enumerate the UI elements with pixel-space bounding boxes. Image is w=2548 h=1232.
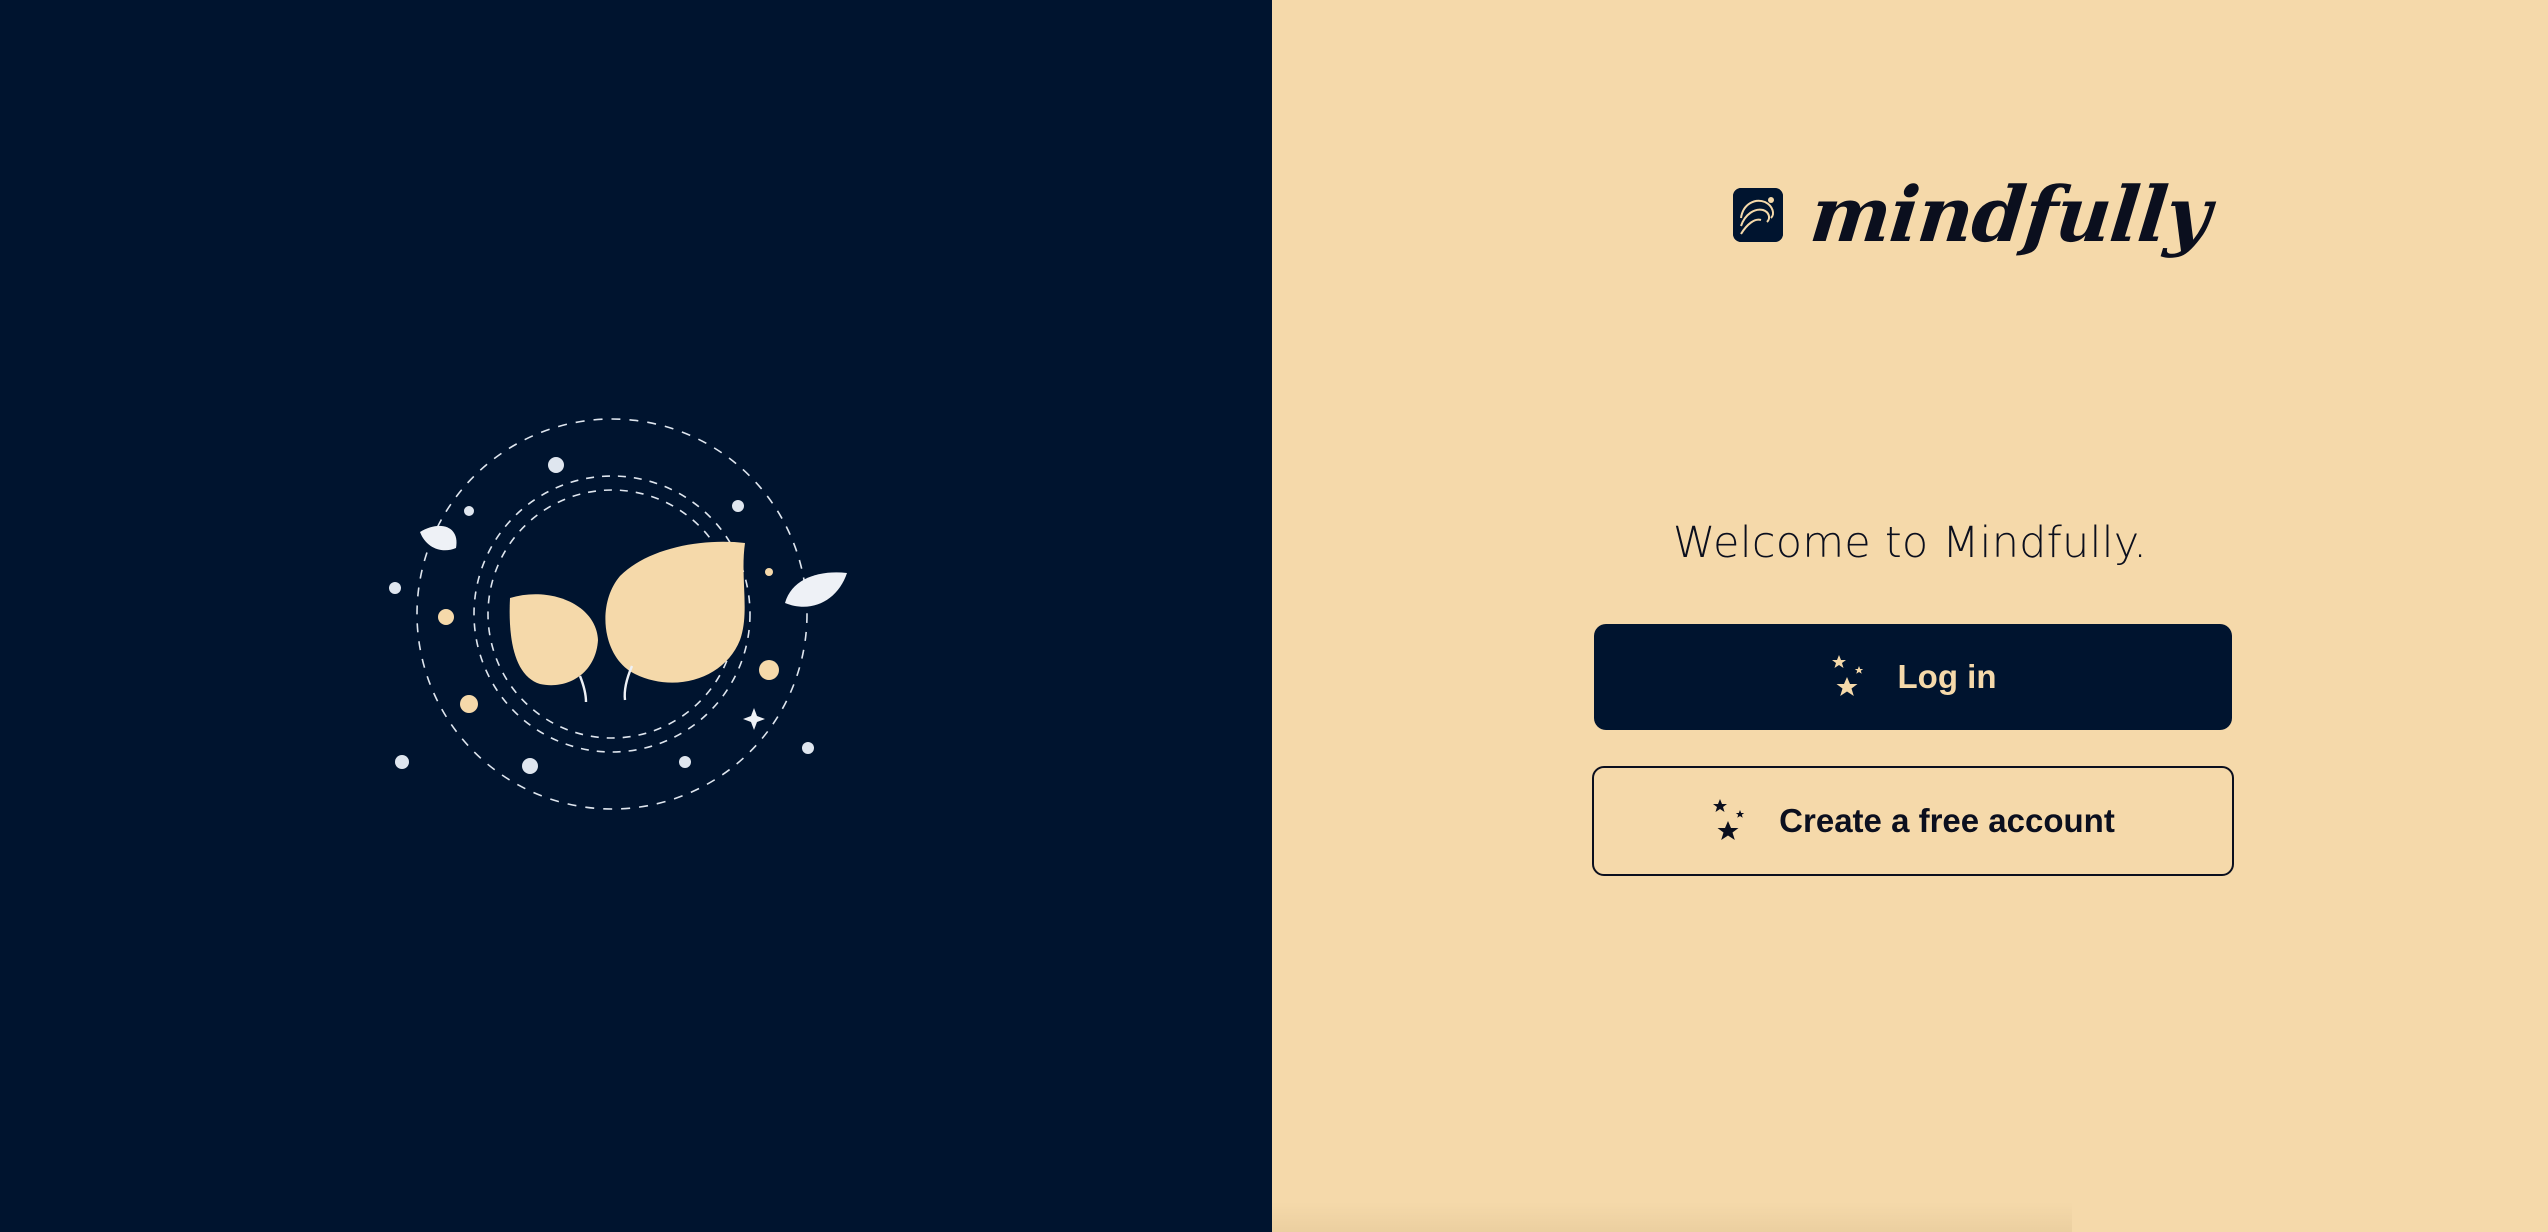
login-label: Log in — [1897, 658, 1997, 695]
illustration-panel — [0, 0, 1272, 1232]
dot — [732, 500, 744, 512]
dot — [802, 742, 814, 754]
dot — [460, 695, 478, 713]
sparkle-stars-icon — [1713, 799, 1745, 840]
leaves-orbit-illustration — [389, 418, 847, 810]
dot — [679, 756, 691, 768]
create-account-label: Create a free account — [1779, 802, 2115, 839]
white-leaf-right — [785, 572, 847, 607]
auth-panel: mindfully Welcome to Mindfully. Log in C… — [1272, 0, 2548, 1232]
create-account-button[interactable]: Create a free account — [1592, 766, 2234, 876]
login-button[interactable]: Log in — [1594, 624, 2232, 730]
waves-logo-icon — [1733, 188, 1783, 242]
leaf-small — [509, 594, 598, 686]
brand-name: mindfully — [1806, 170, 2215, 259]
dot — [522, 758, 538, 774]
sparkle-stars-icon — [1831, 655, 1863, 696]
dot — [759, 660, 779, 680]
brand-logo: mindfully — [1733, 160, 2214, 270]
welcome-heading: Welcome to Mindfully. — [1672, 518, 2148, 568]
dot — [395, 755, 409, 769]
bottom-shadow — [1272, 1202, 2072, 1232]
dot — [389, 582, 401, 594]
dot — [548, 457, 564, 473]
dot — [765, 568, 773, 576]
leaf-large — [605, 541, 745, 683]
dot — [438, 609, 454, 625]
white-leaf-left — [420, 525, 457, 551]
leaf-stem-small — [578, 675, 588, 703]
leaf-stem-large — [623, 665, 634, 701]
dot — [464, 506, 474, 516]
sparkle-icon — [743, 708, 765, 730]
